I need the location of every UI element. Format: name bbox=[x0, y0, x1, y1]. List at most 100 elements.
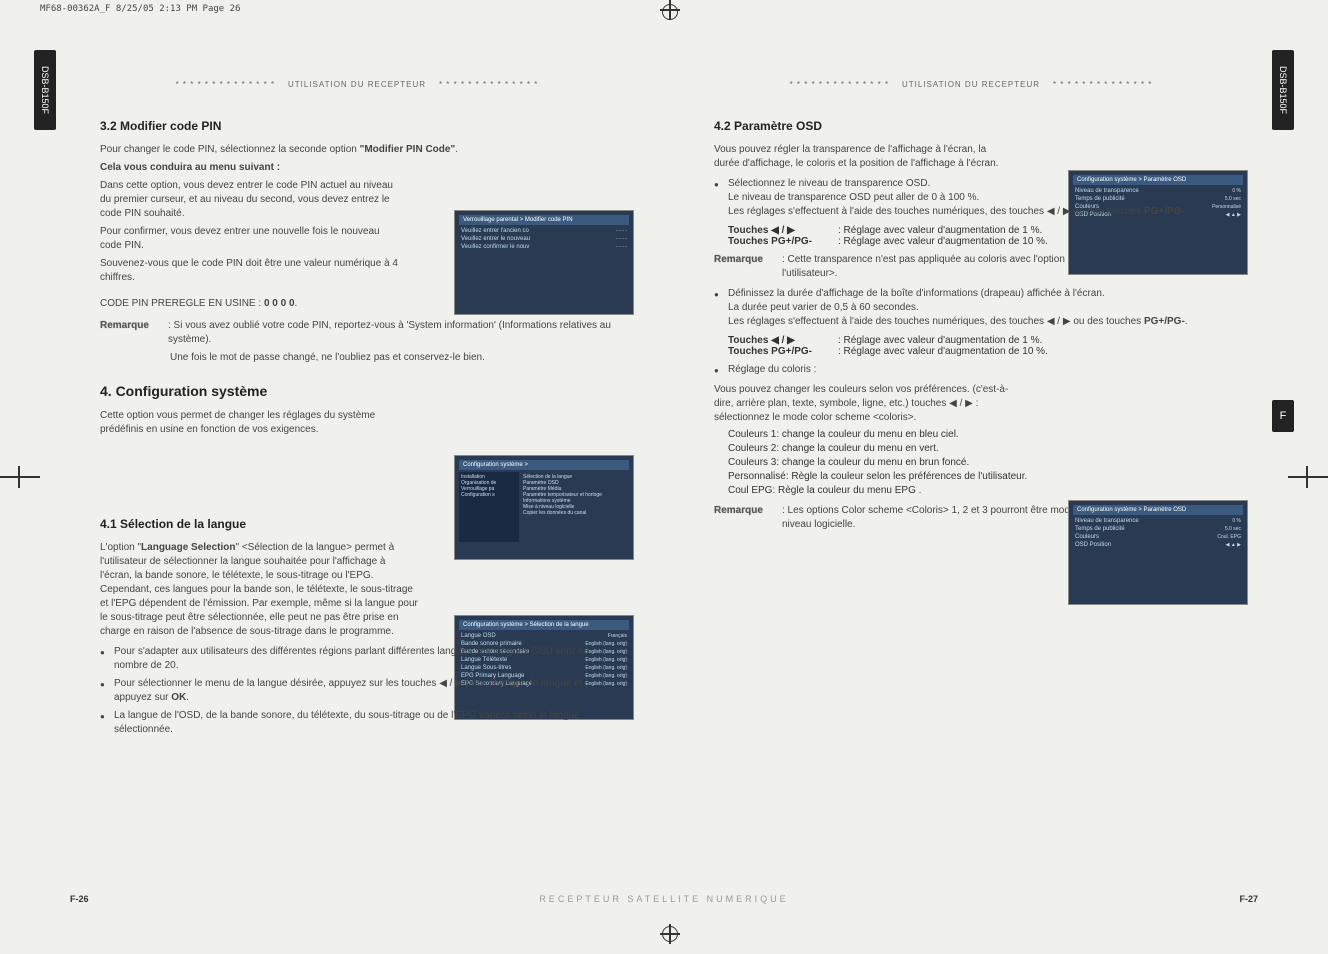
b42-1b: Le niveau de transparence OSD peut aller… bbox=[728, 192, 979, 203]
footer-mid: RECEPTEUR SATELLITE NUMERIQUE bbox=[539, 894, 788, 904]
dots-right-1: * * * * * * * * * * * * * * bbox=[790, 80, 889, 89]
crop-circle-bottom bbox=[662, 926, 678, 942]
note-label-2: Remarque bbox=[714, 253, 782, 281]
bullets-41: Pour s'adapter aux utilisateurs des diff… bbox=[100, 645, 614, 737]
page-right: * * * * * * * * * * * * * * UTILISATION … bbox=[684, 60, 1258, 914]
p41-1b: Language Selection bbox=[141, 542, 235, 553]
pin-r2: Veuillez entrer le nouveau bbox=[461, 236, 616, 242]
osd2-v2: 5.0 sec bbox=[1225, 526, 1241, 532]
p-32-2: Dans cette option, vous devez entrer le … bbox=[100, 179, 400, 221]
bullets-42-a: Sélectionnez le niveau de transparence O… bbox=[714, 177, 1228, 219]
tk2b: Touches PG+/PG- bbox=[728, 346, 838, 357]
side-tab-left-model: DSB-B150F bbox=[34, 50, 56, 130]
crop-bar-right bbox=[1288, 470, 1328, 484]
p41-1c: " <Sélection de la langue> permet à l'ut… bbox=[100, 542, 418, 637]
p-42-intro: Vous pouvez régler la transparence de l'… bbox=[714, 143, 1014, 171]
b42-1a: Sélectionnez le niveau de transparence O… bbox=[728, 178, 930, 189]
osd2-r3: Couleurs bbox=[1075, 534, 1217, 540]
b41-2c: . bbox=[186, 692, 189, 703]
p-32-intro: Pour changer le code PIN, sélectionnez l… bbox=[100, 143, 614, 157]
page-number-left: F-26 bbox=[70, 894, 89, 904]
sys-menu-left: Installation Organisation de Verrouillag… bbox=[459, 472, 519, 542]
p-41-1: L'option "Language Selection" <Sélection… bbox=[100, 541, 420, 639]
lang-r1: Langue OSD bbox=[461, 633, 608, 639]
p32-1c: . bbox=[455, 144, 458, 155]
bullets-42-c: Réglage du coloris : bbox=[714, 363, 1228, 377]
page-left: * * * * * * * * * * * * * * UTILISATION … bbox=[70, 60, 644, 914]
header-receiver-left: * * * * * * * * * * * * * * UTILISATION … bbox=[100, 80, 614, 89]
b42-3: Réglage du coloris : bbox=[714, 363, 1228, 377]
tv1a: : Réglage avec valeur d'augmentation de … bbox=[838, 225, 1042, 236]
heading-3-2: 3.2 Modifier code PIN bbox=[100, 119, 614, 133]
col4: Personnalisé: Règle la couleur selon les… bbox=[728, 471, 1228, 482]
b42-1: Sélectionnez le niveau de transparence O… bbox=[714, 177, 1228, 219]
side-tab-f: F bbox=[1272, 400, 1294, 432]
b42-2: Définissez la durée d'affichage de la bo… bbox=[714, 287, 1228, 329]
b42-2b: La durée peut varier de 0,5 à 60 seconde… bbox=[728, 302, 919, 313]
side-tab-right-model: DSB-B150F bbox=[1272, 50, 1294, 130]
col3: Couleurs 3: change la couleur du menu en… bbox=[728, 457, 1228, 468]
p32-5a: CODE PIN PREREGLE EN USINE : bbox=[100, 298, 264, 309]
b42-2c: Les réglages s'effectuent à l'aide des t… bbox=[728, 316, 1144, 327]
note-label-3: Remarque bbox=[714, 504, 782, 532]
col5: Coul EPG: Règle la couleur du menu EPG . bbox=[728, 485, 1228, 496]
osd2-r4: OSD Position bbox=[1075, 542, 1226, 548]
header-text-right: UTILISATION DU RECEPTEUR bbox=[902, 80, 1040, 89]
p32-5c: . bbox=[295, 298, 298, 309]
dots-left-2: * * * * * * * * * * * * * * bbox=[439, 80, 538, 89]
p32-1b: "Modifier PIN Code" bbox=[360, 144, 456, 155]
osd2-title: Configuration système > Paramètre OSD bbox=[1073, 505, 1243, 515]
screenshot-pin: Verrouillage parental > Modifier code PI… bbox=[454, 210, 634, 315]
b42-2a: Définissez la durée d'affichage de la bo… bbox=[728, 288, 1105, 299]
b42-1c: Les réglages s'effectuent à l'aide des t… bbox=[728, 206, 1144, 217]
b42-2d: PG+/PG- bbox=[1144, 316, 1185, 327]
lang-title: Configuration système > Sélection de la … bbox=[459, 620, 629, 630]
tv2a: : Réglage avec valeur d'augmentation de … bbox=[838, 236, 1048, 247]
note-32-cont: Une fois le mot de passe changé, ne l'ou… bbox=[170, 351, 614, 365]
b41-2b: OK bbox=[171, 692, 186, 703]
tk1b: Touches ◀ / ▶ bbox=[728, 335, 838, 346]
color-list: Couleurs 1: change la couleur du menu en… bbox=[728, 429, 1228, 496]
note-32: Remarque : Si vous avez oublié votre cod… bbox=[100, 319, 614, 347]
screenshot-sysconfig: Configuration système > Installation Org… bbox=[454, 455, 634, 560]
dots-right-2: * * * * * * * * * * * * * * bbox=[1053, 80, 1152, 89]
pin-r3: Veuillez confirmer le nouv bbox=[461, 244, 616, 250]
p41-1a: L'option " bbox=[100, 542, 141, 553]
osd2-r1: Niveau de transparence bbox=[1075, 518, 1232, 524]
page-number-right: F-27 bbox=[1239, 894, 1258, 904]
sys-r7: Copier les données du canal bbox=[523, 510, 627, 516]
col1: Couleurs 1: change la couleur du menu en… bbox=[728, 429, 1228, 440]
p-32-4: Souvenez-vous que le code PIN doit être … bbox=[100, 257, 400, 285]
sys-title: Configuration système > bbox=[459, 460, 629, 470]
b42-1d: PG+/PG- bbox=[1144, 206, 1185, 217]
bullets-42-b: Définissez la durée d'affichage de la bo… bbox=[714, 287, 1228, 329]
osd2-v1: 0 % bbox=[1232, 518, 1241, 524]
b42-1e: . bbox=[1185, 206, 1188, 217]
note-label-1: Remarque bbox=[100, 319, 168, 347]
dots-left-1: * * * * * * * * * * * * * * bbox=[176, 80, 275, 89]
col2: Couleurs 2: change la couleur du menu en… bbox=[728, 443, 1228, 454]
screenshot-osd2: Configuration système > Paramètre OSD Ni… bbox=[1068, 500, 1248, 605]
p-4-1: Cette option vous permet de changer les … bbox=[100, 409, 400, 437]
b41-3: La langue de l'OSD, de la bande sonore, … bbox=[100, 709, 614, 737]
tk2a: Touches PG+/PG- bbox=[728, 236, 838, 247]
heading-4: 4. Configuration système bbox=[100, 383, 614, 399]
header-text-left: UTILISATION DU RECEPTEUR bbox=[288, 80, 426, 89]
tv1b: : Réglage avec valeur d'augmentation de … bbox=[838, 335, 1042, 346]
touches-block-2: Touches ◀ / ▶: Réglage avec valeur d'aug… bbox=[728, 335, 1228, 357]
crop-circle-top bbox=[662, 4, 678, 20]
b41-2: Pour sélectionner le menu de la langue d… bbox=[100, 677, 614, 705]
b42-2e: . bbox=[1185, 316, 1188, 327]
print-header: MF68-00362A_F 8/25/05 2:13 PM Page 26 bbox=[40, 4, 240, 14]
osd2-v3: Coul. EPG bbox=[1217, 534, 1241, 540]
p-32-subhead: Cela vous conduira au menu suivant : bbox=[100, 161, 614, 175]
tk1a: Touches ◀ / ▶ bbox=[728, 225, 838, 236]
note32-text-1: : Si vous avez oublié votre code PIN, re… bbox=[168, 319, 614, 347]
header-receiver-right: * * * * * * * * * * * * * * UTILISATION … bbox=[714, 80, 1228, 89]
b41-1: Pour s'adapter aux utilisateurs des diff… bbox=[100, 645, 614, 673]
osd1-v1: 0 % bbox=[1232, 188, 1241, 194]
osd2-r2: Temps de publicité bbox=[1075, 526, 1225, 532]
heading-4-2: 4.2 Paramètre OSD bbox=[714, 119, 1228, 133]
footer: F-26 RECEPTEUR SATELLITE NUMERIQUE F-27 bbox=[70, 894, 1258, 904]
crop-bar-left bbox=[0, 470, 40, 484]
